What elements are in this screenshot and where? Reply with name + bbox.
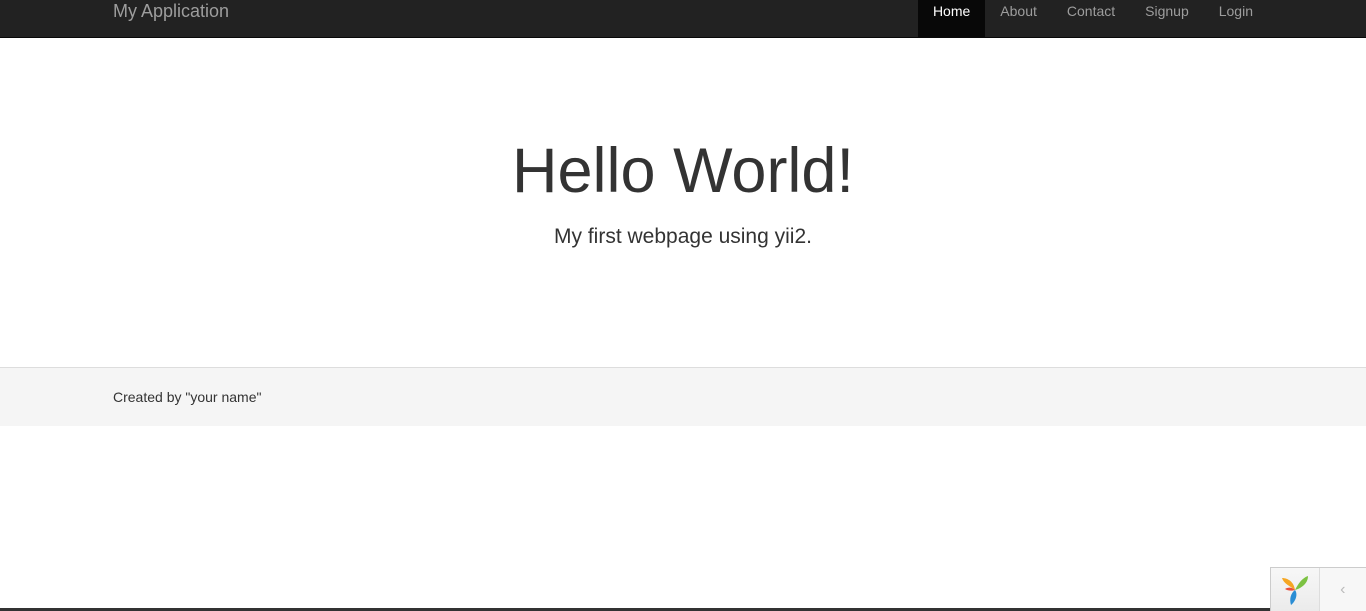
nav-item-contact[interactable]: Contact: [1052, 0, 1130, 37]
nav-item-about[interactable]: About: [985, 0, 1052, 37]
footer-credit: Created by "your name": [113, 389, 262, 405]
nav-item-home[interactable]: Home: [917, 0, 986, 37]
yii-logo-icon[interactable]: [1271, 568, 1320, 611]
chevron-left-icon[interactable]: ‹: [1320, 568, 1366, 611]
nav-item-signup[interactable]: Signup: [1130, 0, 1204, 37]
brand-link[interactable]: My Application: [113, 0, 229, 23]
jumbotron: Hello World! My first webpage using yii2…: [0, 38, 1366, 367]
nav-item-login[interactable]: Login: [1204, 0, 1268, 37]
footer: Created by "your name": [0, 367, 1366, 426]
top-navbar: My Application Home About Contact Signup…: [0, 0, 1366, 38]
lead-text: My first webpage using yii2.: [554, 225, 812, 248]
debug-toolbar: ‹: [1270, 567, 1366, 611]
main-nav: Home About Contact Signup Login: [917, 0, 1268, 37]
page-title: Hello World!: [512, 136, 854, 206]
